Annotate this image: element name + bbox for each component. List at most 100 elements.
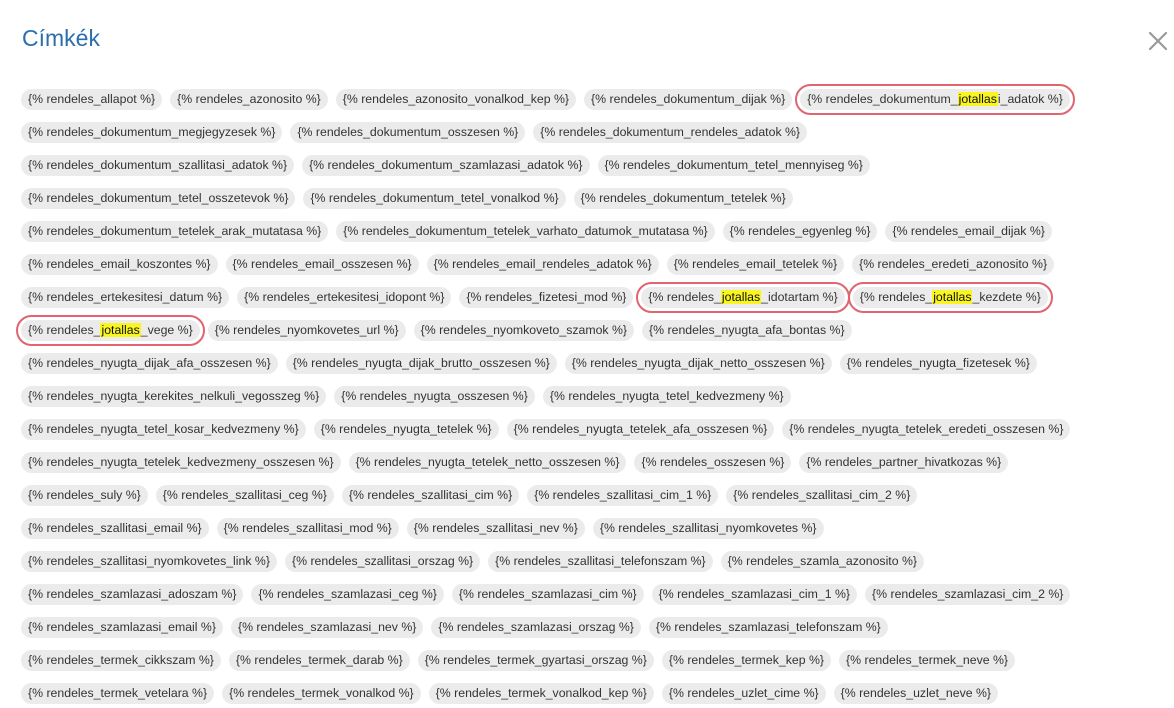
tag-chip-highlighted[interactable]: {% rendeles_dokumentum_jotallasi_adatok … <box>795 84 1075 115</box>
tag-chip[interactable]: {% rendeles_szallitasi_nyomkovetes %} <box>592 518 824 539</box>
tag-row: {% rendeles_ertekesitesi_datum %} {% rend… <box>21 282 1171 320</box>
tag-chip[interactable]: {% rendeles_dokumentum_tetelek %} <box>573 188 793 209</box>
tag-chip-highlighted[interactable]: {% rendeles_jotallas_vege %} <box>16 315 205 346</box>
tag-chip[interactable]: {% rendeles_nyugta_dijak_brutto_osszesen… <box>285 353 557 374</box>
tag-chip[interactable]: {% rendeles_uzlet_neve %} <box>833 683 999 704</box>
tag-chip[interactable]: {% rendeles_nyugta_fizetesek %} <box>839 353 1037 374</box>
tag-row: {% rendeles_nyugta_tetelek_kedvezmeny_os… <box>21 452 1171 485</box>
tag-chip[interactable]: {% rendeles_dokumentum_dijak %} <box>584 89 793 110</box>
tag-chip[interactable]: {% rendeles_szamlazasi_ceg %} <box>251 584 444 605</box>
tag-chip[interactable]: {% rendeles_szamlazasi_adoszam %} <box>21 584 244 605</box>
tag-chip[interactable]: {% rendeles_dokumentum_tetelek_varhato_d… <box>336 221 715 242</box>
tag-chip[interactable]: {% rendeles_szamlazasi_orszag %} <box>431 617 641 638</box>
tag-chip[interactable]: {% rendeles_nyugta_tetelek_eredeti_ossze… <box>782 419 1071 440</box>
tag-chip[interactable]: {% rendeles_szamlazasi_nev %} <box>230 617 424 638</box>
tag-chip[interactable]: {% rendeles_szamlazasi_cim %} <box>451 584 644 605</box>
tag-chip[interactable]: {% rendeles_szamla_azonosito %} <box>720 551 925 572</box>
tag-chip[interactable]: {% rendeles_szallitasi_email %} <box>21 518 209 539</box>
tag-chip[interactable]: {% rendeles_ertekesitesi_datum %} <box>21 287 230 308</box>
tag-chip[interactable]: {% rendeles_email_dijak %} <box>885 221 1052 242</box>
close-button[interactable] <box>1146 29 1170 53</box>
tag-chip[interactable]: {% rendeles_nyugta_dijak_afa_osszesen %} <box>21 353 278 374</box>
tag-chip[interactable]: {% rendeles_szamlazasi_cim_1 %} <box>651 584 858 605</box>
tag-chip-highlighted[interactable]: {% rendeles_jotallas_idotartam %} <box>636 282 850 313</box>
tag-chip[interactable]: {% rendeles_partner_hivatkozas %} <box>799 452 1009 473</box>
tag-row: {% rendeles_nyugta_tetel_kosar_kedvezmen… <box>21 419 1171 452</box>
tag-row: {% rendeles_szallitasi_nyomkovetes_link … <box>21 551 1171 584</box>
tag-chip[interactable]: {% rendeles_egyenleg %} <box>722 221 878 242</box>
tag-chip[interactable]: {% rendeles_dokumentum_osszesen %} <box>290 122 526 143</box>
tag-row: {% rendeles_jotallas_vege %} {% rendeles_… <box>16 315 1171 353</box>
tag-chip[interactable]: {% rendeles_nyugta_kerekites_nelkuli_veg… <box>21 386 327 407</box>
tag-chip[interactable]: {% rendeles_nyugta_dijak_netto_osszesen … <box>564 353 832 374</box>
tag-chip-highlighted[interactable]: {% rendeles_jotallas_kezdete %} <box>847 282 1053 313</box>
tag-chip[interactable]: {% rendeles_dokumentum_megjegyzesek %} <box>21 122 283 143</box>
tag-chip[interactable]: {% rendeles_nyugta_tetelek_kedvezmeny_os… <box>21 452 341 473</box>
tag-chip[interactable]: {% rendeles_dokumentum_tetelek_arak_muta… <box>21 221 329 242</box>
tag-chip[interactable]: {% rendeles_szallitasi_nyomkovetes_link … <box>21 551 277 572</box>
tag-chip[interactable]: {% rendeles_nyugta_tetelek_afa_osszesen … <box>506 419 775 440</box>
search-highlight: jotallas <box>932 290 973 304</box>
tag-chip[interactable]: {% rendeles_nyomkoveto_szamok %} <box>413 320 635 341</box>
tag-row: {% rendeles_szamlazasi_email %} {% rendel… <box>21 617 1171 650</box>
tag-chip[interactable]: {% rendeles_szallitasi_cim %} <box>341 485 520 506</box>
tag-chip[interactable]: {% rendeles_szamlazasi_email %} <box>21 617 223 638</box>
tag-chip[interactable]: {% rendeles_szallitasi_ceg %} <box>155 485 334 506</box>
tag-chip[interactable]: {% rendeles_nyugta_tetelek_netto_osszese… <box>348 452 627 473</box>
tag-chip[interactable]: {% rendeles_nyugta_afa_bontas %} <box>642 320 852 341</box>
tag-chip[interactable]: {% rendeles_szallitasi_telefonszam %} <box>488 551 713 572</box>
tag-chip[interactable]: {% rendeles_osszesen %} <box>634 452 792 473</box>
tag-chip[interactable]: {% rendeles_dokumentum_szallitasi_adatok… <box>21 155 295 176</box>
tag-row: {% rendeles_allapot %} {% rendeles_azonos… <box>21 84 1171 122</box>
tag-chip[interactable]: {% rendeles_eredeti_azonosito %} <box>852 254 1055 275</box>
tag-chip[interactable]: {% rendeles_suly %} <box>21 485 148 506</box>
tag-chip[interactable]: {% rendeles_termek_vonalkod %} <box>222 683 421 704</box>
tag-row: {% rendeles_dokumentum_tetel_osszetevok … <box>21 188 1171 221</box>
tag-text-prefix: {% rendeles_ <box>28 323 101 337</box>
tag-chip[interactable]: {% rendeles_termek_cikkszam %} <box>21 650 221 671</box>
tag-chip[interactable]: {% rendeles_nyugta_tetel_kosar_kedvezmen… <box>21 419 306 440</box>
tag-chip[interactable]: {% rendeles_szamlazasi_telefonszam %} <box>648 617 888 638</box>
tag-chip[interactable]: {% rendeles_email_osszesen %} <box>225 254 419 275</box>
tag-chip[interactable]: {% rendeles_termek_gyartasi_orszag %} <box>417 650 654 671</box>
tag-row: {% rendeles_email_koszontes %} {% rendele… <box>21 254 1171 287</box>
tag-chip[interactable]: {% rendeles_email_koszontes %} <box>21 254 218 275</box>
tag-chip[interactable]: {% rendeles_uzlet_cime %} <box>661 683 826 704</box>
tag-chip[interactable]: {% rendeles_allapot %} <box>21 89 163 110</box>
tag-chip[interactable]: {% rendeles_szallitasi_mod %} <box>216 518 399 539</box>
tag-chip[interactable]: {% rendeles_nyugta_osszesen %} <box>334 386 535 407</box>
tag-chip[interactable]: {% rendeles_szallitasi_cim_2 %} <box>726 485 918 506</box>
tag-chip[interactable]: {% rendeles_termek_darab %} <box>228 650 410 671</box>
tag-chip[interactable]: {% rendeles_dokumentum_rendeles_adatok %… <box>533 122 808 143</box>
tag-chip[interactable]: {% rendeles_email_rendeles_adatok %} <box>426 254 659 275</box>
tag-chip[interactable]: {% rendeles_szallitasi_cim_1 %} <box>527 485 719 506</box>
tag-text-prefix: {% rendeles_ <box>859 290 933 304</box>
search-highlight: jotallas <box>720 290 762 304</box>
tag-chip[interactable]: {% rendeles_szallitasi_orszag %} <box>284 551 481 572</box>
tag-chip[interactable]: {% rendeles_dokumentum_tetel_vonalkod %} <box>303 188 566 209</box>
tag-row: {% rendeles_nyugta_dijak_afa_osszesen %}… <box>21 353 1171 386</box>
tag-chip[interactable]: {% rendeles_termek_neve %} <box>839 650 1016 671</box>
tag-chip[interactable]: {% rendeles_nyugta_tetel_kedvezmeny %} <box>542 386 791 407</box>
tag-chip[interactable]: {% rendeles_szamlazasi_cim_2 %} <box>865 584 1071 605</box>
tag-row: {% rendeles_termek_vetelara %} {% rendele… <box>21 683 1171 708</box>
tag-chip[interactable]: {% rendeles_szallitasi_nev %} <box>406 518 585 539</box>
tag-chip[interactable]: {% rendeles_dokumentum_szamlazasi_adatok… <box>302 155 590 176</box>
tag-chip[interactable]: {% rendeles_nyugta_tetelek %} <box>313 419 499 440</box>
tag-chip[interactable]: {% rendeles_termek_vonalkod_kep %} <box>428 683 654 704</box>
tag-text-prefix: {% rendeles_ <box>648 290 721 304</box>
tag-chip[interactable]: {% rendeles_termek_kep %} <box>661 650 832 671</box>
tag-chip[interactable]: {% rendeles_dokumentum_tetel_mennyiseg %… <box>597 155 870 176</box>
tag-chip[interactable]: {% rendeles_ertekesitesi_idopont %} <box>237 287 452 308</box>
tag-chip[interactable]: {% rendeles_fizetesi_mod %} <box>459 287 634 308</box>
tag-chip[interactable]: {% rendeles_email_tetelek %} <box>666 254 845 275</box>
dialog-title: Címkék <box>22 25 100 51</box>
tag-chip[interactable]: {% rendeles_termek_vetelara %} <box>21 683 215 704</box>
tag-chip[interactable]: {% rendeles_azonosito %} <box>170 89 328 110</box>
tag-row: {% rendeles_termek_cikkszam %} {% rendele… <box>21 650 1171 683</box>
tag-row: {% rendeles_dokumentum_szallitasi_adatok… <box>21 155 1171 188</box>
tag-chip[interactable]: {% rendeles_nyomkovetes_url %} <box>207 320 406 341</box>
tag-chip[interactable]: {% rendeles_dokumentum_tetel_osszetevok … <box>21 188 296 209</box>
tag-chip[interactable]: {% rendeles_azonosito_vonalkod_kep %} <box>335 89 577 110</box>
tag-row: {% rendeles_dokumentum_megjegyzesek %} {%… <box>21 122 1171 155</box>
